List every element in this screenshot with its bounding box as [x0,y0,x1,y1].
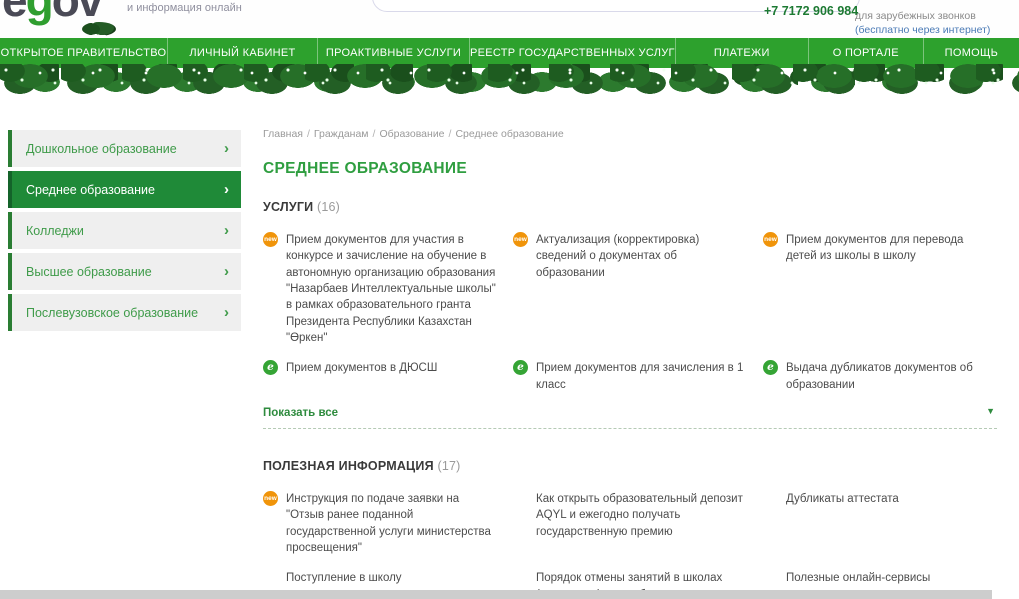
chevron-right-icon: › [224,182,229,197]
breadcrumb-home[interactable]: Главная [263,128,303,140]
breadcrumb-separator: / [449,128,452,140]
service-item: e Прием документов в ДЮСШ [263,360,497,393]
new-badge-icon: new [263,491,278,506]
sidebar-item-label: Колледжи [26,224,84,238]
christmas-garland-decoration [0,64,1019,100]
sidebar-item-higher-education[interactable]: Высшее образование › [8,253,241,290]
chevron-right-icon: › [224,223,229,238]
service-item: new Прием документов для перевода детей … [763,232,997,346]
service-link[interactable]: Прием документов для перевода детей из ш… [786,234,963,262]
chevron-right-icon: › [224,141,229,156]
page-title: СРЕДНЕЕ ОБРАЗОВАНИЕ [263,160,997,178]
breadcrumb-current: Среднее образование [455,128,563,140]
service-item: e Выдача дубликатов документов об образо… [763,360,997,393]
show-all-services-link[interactable]: Показать все [263,407,338,419]
new-badge-icon: new [513,232,528,247]
service-link[interactable]: Прием документов в ДЮСШ [286,362,437,374]
info-item: Дубликаты аттестата [763,491,997,556]
services-show-all: Показать все ▼ [263,403,997,429]
header: egov и информация онлайн +7 7172 906 984… [0,0,1019,38]
service-link[interactable]: Выдача дубликатов документов об образова… [786,362,973,390]
egov-service-badge-icon: e [763,360,778,375]
services-grid: new Прием документов для участия в конку… [263,232,997,393]
content: Дошкольное образование › Среднее образов… [0,100,1019,599]
breadcrumb: Главная/Гражданам/Образование/Среднее об… [263,128,997,140]
service-link[interactable]: Прием документов для участия в конкурсе … [286,234,496,344]
info-link[interactable]: Полезные онлайн-сервисы [786,572,930,584]
phone-note-text: для зарубежных звонков [855,10,976,22]
logo-letter-g: g [26,0,52,26]
service-item: new Прием документов для участия в конку… [263,232,497,346]
info-grid: new Инструкция по подаче заявки на "Отзы… [263,491,997,599]
info-heading-label: ПОЛЕЗНАЯ ИНФОРМАЦИЯ [263,459,434,473]
info-item: new Инструкция по подаче заявки на "Отзы… [263,491,497,556]
chevron-down-icon[interactable]: ▼ [986,406,995,416]
sidebar: Дошкольное образование › Среднее образов… [8,130,241,335]
sidebar-item-secondary-education[interactable]: Среднее образование › [8,171,241,208]
info-item: Как открыть образовательный депозит AQYL… [513,491,747,556]
sidebar-item-label: Высшее образование [26,265,152,279]
footer-edge-bar [0,590,992,599]
garland-sprig-icon [82,22,116,36]
info-link[interactable]: Поступление в школу [286,572,402,584]
services-heading: УСЛУГИ (16) [263,200,997,214]
breadcrumb-education[interactable]: Образование [379,128,444,140]
logo-letter-e: e [2,0,26,26]
info-link[interactable]: Как открыть образовательный депозит AQYL… [536,493,743,538]
service-link[interactable]: Актуализация (корректировка) сведений о … [536,234,699,279]
phone-note: для зарубежных звонков (бесплатно через … [855,9,990,37]
site-tagline: и информация онлайн [127,2,242,14]
services-count: (16) [317,200,340,214]
sidebar-item-label: Послевузовское образование [26,306,198,320]
service-link[interactable]: Прием документов для зачисления в 1 клас… [536,362,743,390]
egov-service-badge-icon: e [513,360,528,375]
new-badge-icon: new [763,232,778,247]
info-link[interactable]: Инструкция по подаче заявки на "Отзыв ра… [286,493,491,554]
sidebar-item-label: Дошкольное образование [26,142,177,156]
service-item: new Актуализация (корректировка) сведени… [513,232,747,346]
sidebar-item-colleges[interactable]: Колледжи › [8,212,241,249]
sidebar-item-label: Среднее образование [26,183,155,197]
breadcrumb-separator: / [307,128,310,140]
info-heading: ПОЛЕЗНАЯ ИНФОРМАЦИЯ (17) [263,459,997,473]
free-call-link[interactable]: (бесплатно через интернет) [855,24,990,36]
egov-service-badge-icon: e [263,360,278,375]
services-heading-label: УСЛУГИ [263,200,313,214]
main-content: Главная/Гражданам/Образование/Среднее об… [263,128,997,599]
breadcrumb-citizens[interactable]: Гражданам [314,128,369,140]
service-item: e Прием документов для зачисления в 1 кл… [513,360,747,393]
page: egov и информация онлайн +7 7172 906 984… [0,0,1019,599]
sidebar-item-postgraduate-education[interactable]: Послевузовское образование › [8,294,241,331]
phone-number: +7 7172 906 984 [764,4,858,18]
info-link[interactable]: Дубликаты аттестата [786,493,899,505]
breadcrumb-separator: / [373,128,376,140]
chevron-right-icon: › [224,305,229,320]
sidebar-item-preschool-education[interactable]: Дошкольное образование › [8,130,241,167]
info-count: (17) [437,459,460,473]
new-badge-icon: new [263,232,278,247]
chevron-right-icon: › [224,264,229,279]
